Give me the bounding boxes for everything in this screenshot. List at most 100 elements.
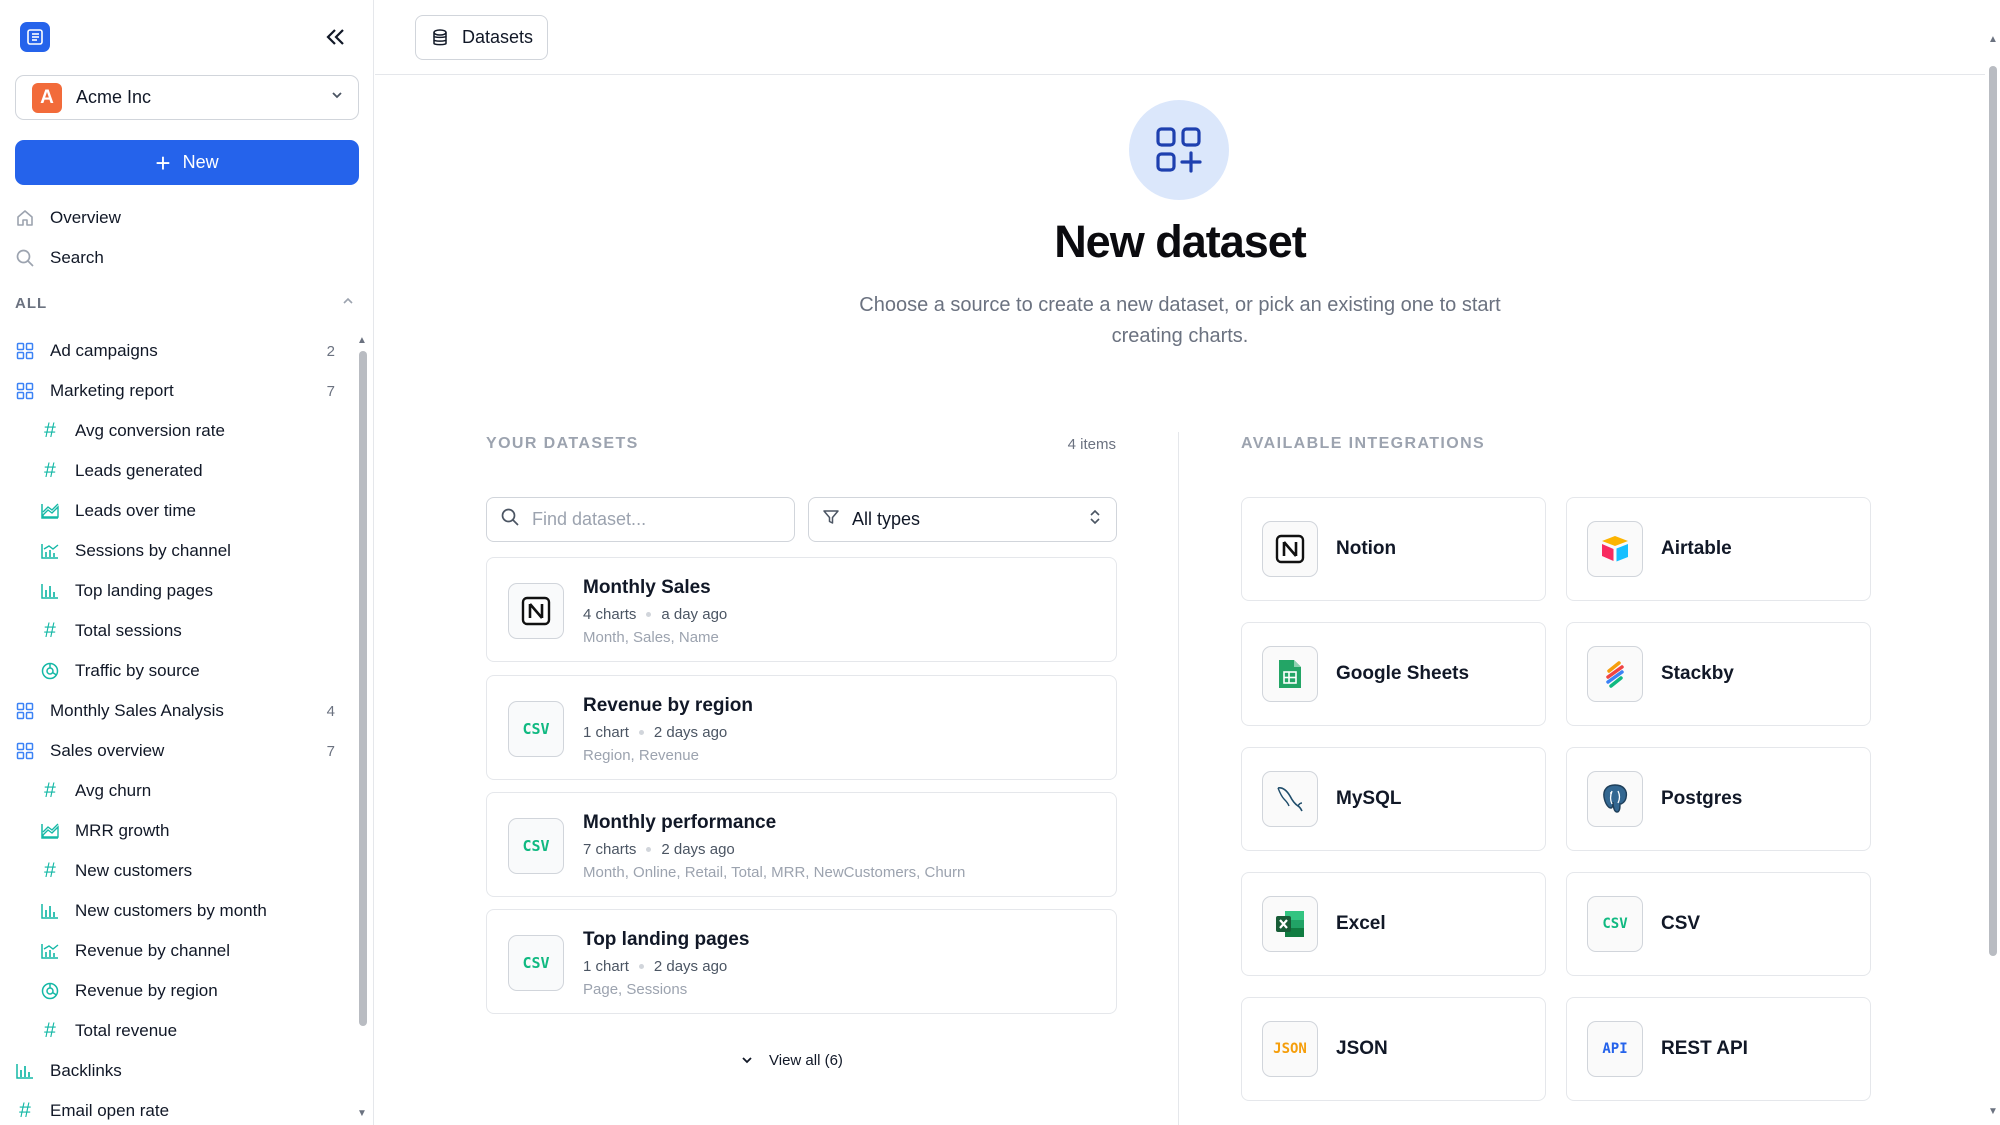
nav-item-overview[interactable]: Overview <box>0 198 374 238</box>
sidebar-item-marketing-report[interactable]: Marketing report 7 <box>0 371 350 411</box>
sidebar-item-avg-conversion-rate[interactable]: # Avg conversion rate <box>0 411 350 451</box>
breadcrumb-label: Datasets <box>462 27 534 47</box>
sidebar-item-new-customers[interactable]: # New customers <box>0 851 350 891</box>
sidebar: A Acme Inc + New Overview Search ALL Ad … <box>0 0 374 1125</box>
app-logo-icon[interactable] <box>20 22 50 52</box>
sidebar-item-avg-churn[interactable]: # Avg churn <box>0 771 350 811</box>
integration-mysql[interactable]: MySQL <box>1241 747 1546 851</box>
dataset-title: Top landing pages <box>583 929 750 950</box>
scrollbar-thumb[interactable] <box>359 351 367 1026</box>
sidebar-scrollbar[interactable]: ▲ ▼ <box>357 335 369 1125</box>
area-chart-icon <box>39 820 61 842</box>
integration-stackby[interactable]: Stackby <box>1566 622 1871 726</box>
sidebar-item-total-sessions[interactable]: # Total sessions <box>0 611 350 651</box>
sidebar-item-leads-generated[interactable]: # Leads generated <box>0 451 350 491</box>
add-grid-icon <box>1129 100 1229 200</box>
sidebar-item-new-customers-by-month[interactable]: New customers by month <box>0 891 350 931</box>
scroll-down-arrow-icon[interactable]: ▼ <box>357 1108 367 1119</box>
sidebar-item-label: Sales overview <box>50 741 165 760</box>
integration-name: Google Sheets <box>1336 663 1470 684</box>
number-icon: # <box>44 619 56 642</box>
pie-chart-icon <box>39 660 61 682</box>
rest-api-icon: API <box>1587 1021 1643 1077</box>
sidebar-item-label: Ad campaigns <box>50 341 158 360</box>
sidebar-item-monthly-sales-analysis[interactable]: Monthly Sales Analysis 4 <box>0 691 350 731</box>
sidebar-item-backlinks[interactable]: Backlinks <box>0 1051 350 1091</box>
dataset-meta: 4 charts a day ago <box>583 606 727 623</box>
integration-json[interactable]: JSON JSON <box>1241 997 1546 1101</box>
stackby-icon <box>1587 646 1643 702</box>
icon-glyph: API <box>1602 1041 1628 1057</box>
workspace-switcher[interactable]: A Acme Inc <box>15 75 359 120</box>
scroll-up-arrow-icon[interactable]: ▲ <box>357 335 367 346</box>
nav-item-search[interactable]: Search <box>0 238 374 278</box>
sidebar-tree: Ad campaigns 2 Marketing report 7 # Avg conve… <box>0 331 350 1125</box>
sidebar-item-leads-over-time[interactable]: Leads over time <box>0 491 350 531</box>
sidebar-item-label: Revenue by region <box>75 981 218 1000</box>
integration-name: REST API <box>1661 1038 1748 1059</box>
sidebar-item-sessions-by-channel[interactable]: Sessions by channel <box>0 531 350 571</box>
dataset-meta: 7 charts 2 days ago <box>583 841 735 858</box>
dataset-card[interactable]: CSV Monthly performance 7 charts 2 days ago… <box>486 792 1117 897</box>
sidebar-item-label: Top landing pages <box>75 581 214 600</box>
find-dataset-search[interactable] <box>486 497 795 542</box>
sidebar-item-revenue-by-channel[interactable]: Revenue by channel <box>0 931 350 971</box>
dataset-chart-count: 7 charts <box>583 841 637 858</box>
sidebar-item-sales-overview[interactable]: Sales overview 7 <box>0 731 350 771</box>
integration-rest-api[interactable]: API REST API <box>1566 997 1871 1101</box>
integration-csv[interactable]: CSV CSV <box>1566 872 1871 976</box>
dataset-card[interactable]: CSV Revenue by region 1 chart 2 days ago Reg… <box>486 675 1117 780</box>
primary-nav: Overview Search <box>0 198 374 278</box>
dataset-card[interactable]: CSV Top landing pages 1 chart 2 days ago Pag… <box>486 909 1117 1014</box>
dataset-updated: 2 days ago <box>661 841 735 858</box>
sidebar-item-traffic-by-source[interactable]: Traffic by source <box>0 651 350 691</box>
datasets-count: 4 items <box>1067 436 1116 453</box>
integration-airtable[interactable]: Airtable <box>1566 497 1871 601</box>
combo-chart-icon <box>39 940 61 962</box>
dashboard-icon <box>14 740 36 762</box>
scrollbar-thumb[interactable] <box>1989 66 1997 956</box>
view-all-button[interactable]: View all (6) <box>740 1049 843 1071</box>
dataset-card[interactable]: Monthly Sales 4 charts a day ago Month, Sal… <box>486 557 1117 662</box>
integration-excel[interactable]: Excel <box>1241 872 1546 976</box>
integration-name: JSON <box>1336 1038 1388 1059</box>
dataset-title: Monthly performance <box>583 812 777 833</box>
breadcrumb-datasets[interactable]: Datasets <box>415 15 549 60</box>
sidebar-item-label: Total sessions <box>75 621 182 640</box>
excel-icon <box>1262 896 1318 952</box>
collapse-sidebar-icon[interactable] <box>320 24 350 50</box>
sidebar-item-label: Avg churn <box>75 781 152 800</box>
bar-chart-icon <box>39 900 61 922</box>
integration-notion[interactable]: Notion <box>1241 497 1546 601</box>
type-filter-select[interactable]: All types <box>808 497 1117 542</box>
sidebar-item-label: Total revenue <box>75 1021 178 1040</box>
integration-name: Stackby <box>1661 663 1734 684</box>
sidebar-item-top-landing-pages[interactable]: Top landing pages <box>0 571 350 611</box>
sidebar-item-label: New customers by month <box>75 901 267 920</box>
new-button-label: New <box>182 152 219 172</box>
dataset-chart-count: 1 chart <box>583 724 629 741</box>
new-button[interactable]: + New <box>15 140 359 185</box>
csv-icon: CSV <box>508 935 564 991</box>
sidebar-item-label: New customers <box>75 861 193 880</box>
page-title: New dataset <box>1054 216 1307 267</box>
scroll-down-arrow-icon[interactable]: ▼ <box>1988 1106 1998 1117</box>
your-datasets-heading: YOUR DATASETS <box>486 435 639 452</box>
dataset-chart-count: 1 chart <box>583 958 629 975</box>
find-dataset-input[interactable] <box>532 509 772 530</box>
integration-google-sheets[interactable]: Google Sheets <box>1241 622 1546 726</box>
scroll-up-arrow-icon[interactable]: ▲ <box>1988 34 1998 45</box>
airtable-icon <box>1587 521 1643 577</box>
sidebar-item-total-revenue[interactable]: # Total revenue <box>0 1011 350 1051</box>
sidebar-item-email-open-rate[interactable]: # Email open rate <box>0 1091 350 1125</box>
dataset-title: Revenue by region <box>583 695 753 716</box>
page-scrollbar[interactable]: ▲ ▼ <box>1986 0 2000 1125</box>
filter-icon <box>822 508 840 531</box>
section-all-header[interactable]: ALL <box>15 293 355 313</box>
sidebar-item-ad-campaigns[interactable]: Ad campaigns 2 <box>0 331 350 371</box>
sidebar-item-revenue-by-region[interactable]: Revenue by region <box>0 971 350 1011</box>
dataset-updated: a day ago <box>661 606 728 623</box>
integration-postgres[interactable]: Postgres <box>1566 747 1871 851</box>
sidebar-item-mrr-growth[interactable]: MRR growth <box>0 811 350 851</box>
integration-name: Postgres <box>1661 788 1743 809</box>
